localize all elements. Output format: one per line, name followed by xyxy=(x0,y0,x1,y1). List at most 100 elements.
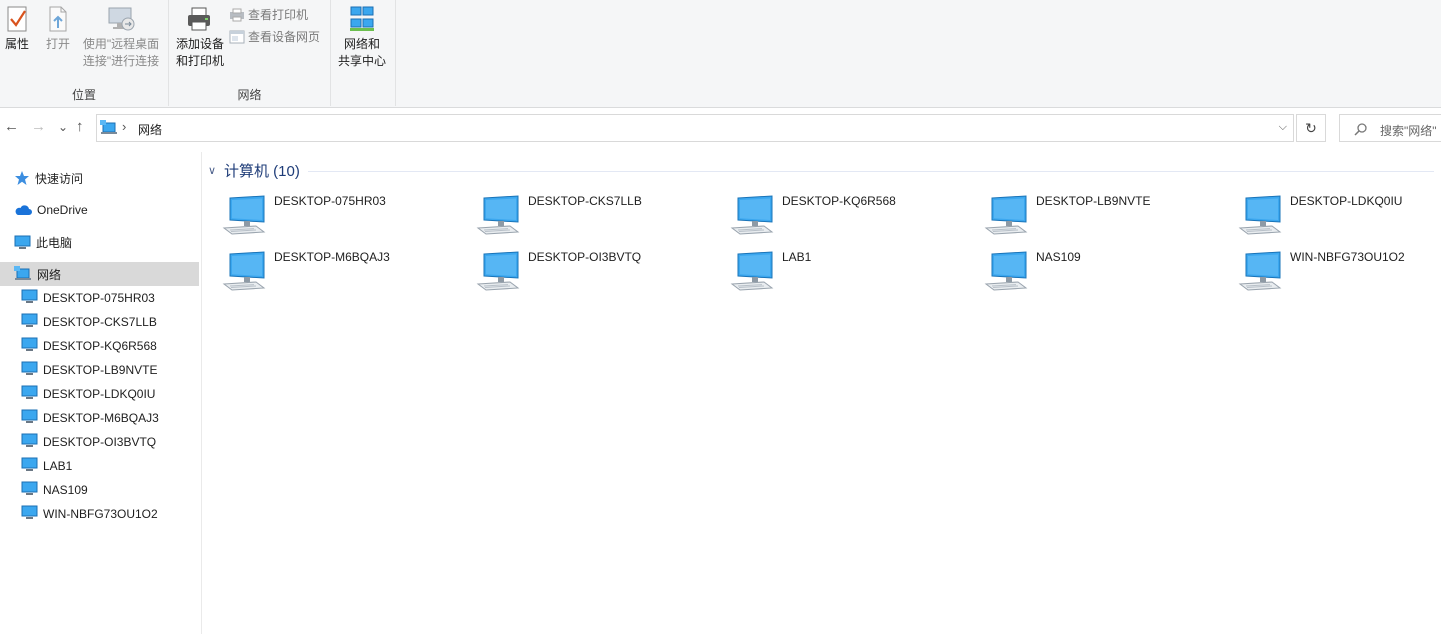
view-device-page-button[interactable]: 查看设备网页 xyxy=(229,28,320,45)
sidebar-computer-item[interactable]: NAS109 xyxy=(0,478,199,502)
sidebar-computer-item[interactable]: DESKTOP-LDKQ0IU xyxy=(0,382,199,406)
sidebar-computer-item[interactable]: DESKTOP-LB9NVTE xyxy=(0,358,199,382)
sidebar-computer-item[interactable]: DESKTOP-M6BQAJ3 xyxy=(0,406,199,430)
forward-button[interactable]: → xyxy=(31,119,46,135)
star-icon xyxy=(15,171,29,185)
network-icon xyxy=(14,266,31,280)
view-printers-button[interactable]: 查看打印机 xyxy=(229,6,308,23)
sharing-label-2: 共享中心 xyxy=(337,54,386,68)
computer-tile[interactable]: DESKTOP-LB9NVTE xyxy=(964,192,1204,242)
webpage-icon xyxy=(229,30,245,43)
computer-icon xyxy=(984,250,1030,297)
back-button[interactable]: ← xyxy=(4,119,19,135)
search-icon xyxy=(1354,123,1367,136)
computer-icon xyxy=(21,433,38,451)
properties-check-icon xyxy=(7,6,27,32)
computer-icon xyxy=(21,481,38,499)
sidebar-item-quick-access[interactable]: 快速访问 xyxy=(0,166,199,190)
sidebar-computer-item[interactable]: DESKTOP-CKS7LLB xyxy=(0,310,199,334)
computer-tile[interactable]: NAS109 xyxy=(964,248,1204,298)
refresh-button[interactable]: ↻ xyxy=(1296,114,1326,142)
network-sharing-center-button[interactable]: 网络和 共享中心 xyxy=(333,4,391,70)
ribbon-group-location: 属性 打开 使用"远程桌面 连接"进行连接 位置 xyxy=(0,0,169,106)
computer-icon xyxy=(21,457,38,475)
open-label: 打开 xyxy=(45,37,70,51)
computer-tile[interactable]: DESKTOP-OI3BVTQ xyxy=(456,248,696,298)
computer-icon xyxy=(21,337,38,355)
computer-icon xyxy=(730,250,776,297)
sharing-label-1: 网络和 xyxy=(343,37,380,51)
sidebar-item-label: OneDrive xyxy=(37,203,88,217)
computer-icon xyxy=(1238,194,1284,241)
group-divider xyxy=(307,170,1434,172)
sidebar-item-label: DESKTOP-LDKQ0IU xyxy=(43,387,156,401)
properties-label: 属性 xyxy=(4,37,29,51)
computer-name: DESKTOP-LB9NVTE xyxy=(1036,194,1151,208)
search-placeholder: 搜索"网络" xyxy=(1380,124,1437,138)
computer-tile[interactable]: DESKTOP-CKS7LLB xyxy=(456,192,696,242)
add-device-printer-button[interactable]: 添加设备 和打印机 xyxy=(172,4,228,70)
computer-tile[interactable]: WIN-NBFG73OU1O2 xyxy=(1218,248,1441,298)
chevron-down-icon[interactable]: ∨ xyxy=(208,164,224,177)
ribbon-group-network: 添加设备 和打印机 查看打印机 查看设备网页 网络 xyxy=(169,0,331,106)
sidebar-item-label: WIN-NBFG73OU1O2 xyxy=(43,507,158,521)
computer-name: DESKTOP-M6BQAJ3 xyxy=(274,250,390,264)
computer-icon xyxy=(21,385,38,403)
sidebar-item-label: DESKTOP-OI3BVTQ xyxy=(43,435,157,449)
pc-icon xyxy=(14,235,31,249)
view-device-page-label: 查看设备网页 xyxy=(248,30,321,44)
recent-locations-button[interactable]: ⌄ xyxy=(58,119,68,135)
computer-name: DESKTOP-OI3BVTQ xyxy=(528,250,642,264)
computer-icon xyxy=(984,194,1030,241)
chevron-down-icon[interactable]: ⌵ xyxy=(1279,121,1287,134)
remote-desktop-button[interactable]: 使用"远程桌面 连接"进行连接 xyxy=(80,4,162,70)
sidebar-computer-item[interactable]: LAB1 xyxy=(0,454,199,478)
computer-icon xyxy=(476,250,522,297)
sidebar-item-label: LAB1 xyxy=(43,459,73,473)
open-button[interactable]: 打开 xyxy=(40,4,76,53)
sidebar-item-this-pc[interactable]: 此电脑 xyxy=(0,230,199,254)
up-button[interactable]: ↑ xyxy=(76,119,84,135)
add-device-label-1: 添加设备 xyxy=(175,37,224,51)
sidebar-item-network[interactable]: 网络 xyxy=(0,262,199,286)
computer-icon xyxy=(1238,250,1284,297)
ribbon: 属性 打开 使用"远程桌面 连接"进行连接 位置 添加设备 和打印机 查看打印机… xyxy=(0,0,1441,108)
sidebar-computer-item[interactable]: DESKTOP-OI3BVTQ xyxy=(0,430,199,454)
sidebar-item-label: DESKTOP-KQ6R568 xyxy=(43,339,157,353)
ribbon-group-sharing: 网络和 共享中心 xyxy=(331,0,396,106)
open-icon xyxy=(49,6,67,32)
network-sharing-icon xyxy=(350,6,374,31)
computer-tile[interactable]: DESKTOP-M6BQAJ3 xyxy=(202,248,442,298)
group-header-computers[interactable]: ∨ 计算机 (10) xyxy=(208,160,1434,180)
computer-tile[interactable]: DESKTOP-LDKQ0IU xyxy=(1218,192,1441,242)
sidebar-item-label: DESKTOP-CKS7LLB xyxy=(43,315,157,329)
file-view: ∨ 计算机 (10) DESKTOP-075HR03 DESKTOP-CKS7L… xyxy=(202,152,1441,634)
computer-name: LAB1 xyxy=(782,250,812,264)
properties-button[interactable]: 属性 xyxy=(0,4,34,53)
cloud-icon xyxy=(15,205,32,215)
sidebar-computer-item[interactable]: DESKTOP-KQ6R568 xyxy=(0,334,199,358)
computer-name: NAS109 xyxy=(1036,250,1081,264)
remote-desktop-label-1: 使用"远程桌面 xyxy=(82,37,160,51)
computer-tile[interactable]: DESKTOP-075HR03 xyxy=(202,192,442,242)
group-label-network: 网络 xyxy=(237,88,262,102)
search-input[interactable]: 搜索"网络" xyxy=(1339,114,1441,142)
remote-desktop-label-2: 连接"进行连接 xyxy=(82,54,160,68)
computer-tile[interactable]: DESKTOP-KQ6R568 xyxy=(710,192,950,242)
sidebar-computer-item[interactable]: DESKTOP-075HR03 xyxy=(0,286,199,310)
breadcrumb-network[interactable]: 网络 xyxy=(138,121,162,138)
remote-desktop-icon xyxy=(108,7,135,31)
navigation-pane: 快速访问 OneDrive 此电脑 网络 DESKTOP-075HR03 DES… xyxy=(0,152,202,634)
sidebar-item-onedrive[interactable]: OneDrive xyxy=(0,198,199,222)
sidebar-item-label: 快速访问 xyxy=(35,171,84,186)
printer-icon xyxy=(188,7,210,31)
sidebar-item-label: DESKTOP-M6BQAJ3 xyxy=(43,411,159,425)
breadcrumb-separator: › xyxy=(122,119,127,134)
address-bar[interactable]: › 网络 ⌵ xyxy=(96,114,1294,142)
sidebar-item-label: 此电脑 xyxy=(36,235,73,250)
computer-icon xyxy=(222,194,268,241)
view-printers-label: 查看打印机 xyxy=(248,8,309,22)
sidebar-computer-item[interactable]: WIN-NBFG73OU1O2 xyxy=(0,502,199,526)
computer-tile[interactable]: LAB1 xyxy=(710,248,950,298)
computer-icon xyxy=(21,505,38,523)
